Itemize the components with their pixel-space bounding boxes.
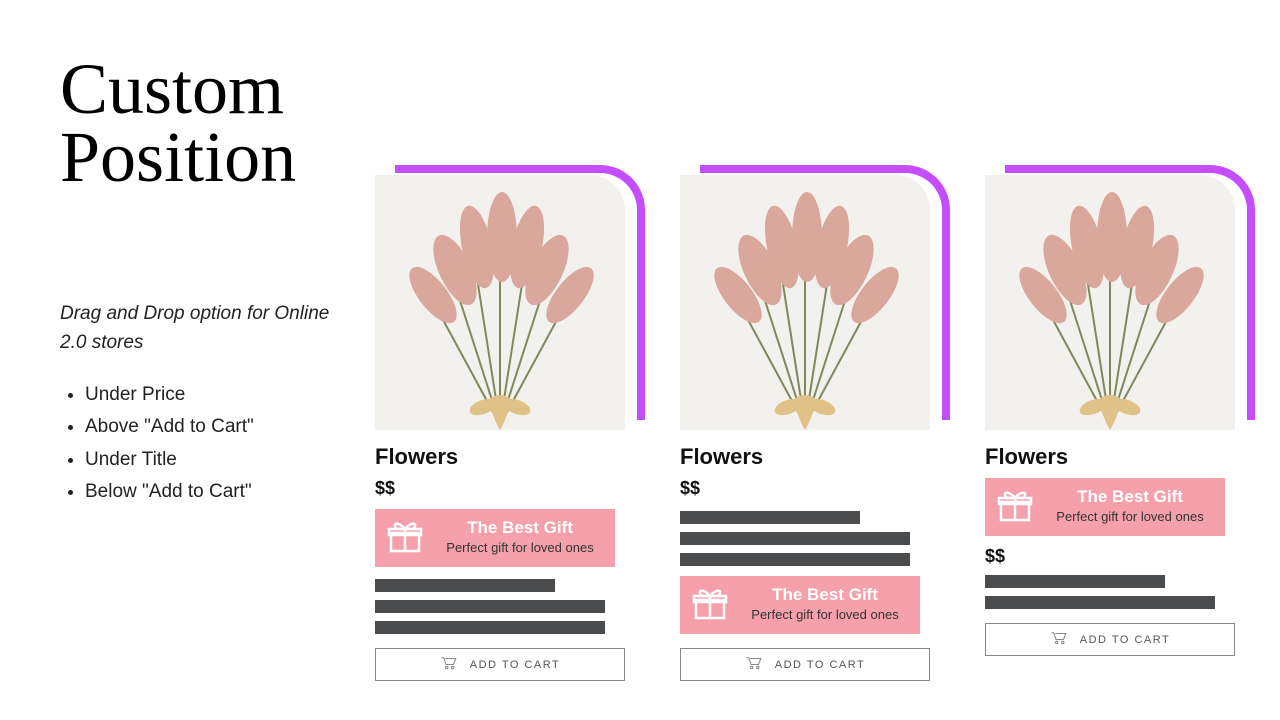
text-bar	[680, 532, 910, 545]
heading-line-2: Position	[60, 117, 296, 197]
cart-icon	[1050, 631, 1068, 648]
cart-icon	[440, 656, 458, 673]
gift-icon	[385, 517, 425, 557]
product-price: $$	[375, 478, 645, 499]
list-item: Under Price	[85, 380, 365, 410]
gift-badge-subtitle: Perfect gift for loved ones	[740, 607, 910, 623]
gift-icon	[995, 486, 1035, 526]
add-to-cart-button[interactable]: ADD TO CART	[680, 648, 930, 681]
product-card: Flowers $$ The Best Gift Perfect gift fo…	[375, 175, 645, 681]
gift-icon	[690, 584, 730, 624]
gift-badge-subtitle: Perfect gift for loved ones	[435, 540, 605, 556]
product-image-wrap	[985, 175, 1235, 430]
gift-badge-title: The Best Gift	[1045, 488, 1215, 507]
text-bar	[375, 621, 605, 634]
product-title: Flowers	[375, 444, 645, 470]
flower-illustration	[680, 175, 930, 430]
text-bar	[680, 553, 910, 566]
subtitle: Drag and Drop option for Online 2.0 stor…	[60, 300, 360, 357]
description-placeholder	[680, 511, 950, 566]
gift-badge-text: The Best Gift Perfect gift for loved one…	[740, 586, 910, 622]
product-card: Flowers $$ The Best Gift Perfect gift fo…	[680, 175, 950, 681]
text-bar	[985, 575, 1165, 588]
product-title: Flowers	[985, 444, 1255, 470]
product-image	[985, 175, 1235, 430]
text-bar	[375, 600, 605, 613]
cart-icon	[745, 656, 763, 673]
text-bar	[680, 511, 860, 524]
gift-badge: The Best Gift Perfect gift for loved one…	[375, 509, 615, 567]
product-card: Flowers The Best Gift Perfect gift for l…	[985, 175, 1255, 681]
gift-badge-title: The Best Gift	[740, 586, 910, 605]
add-to-cart-button[interactable]: ADD TO CART	[985, 623, 1235, 656]
list-item: Under Title	[85, 445, 365, 475]
gift-badge-text: The Best Gift Perfect gift for loved one…	[435, 519, 605, 555]
product-price: $$	[680, 478, 950, 499]
description-placeholder	[375, 579, 645, 634]
product-image-wrap	[375, 175, 625, 430]
flower-illustration	[985, 175, 1235, 430]
page-title: Custom Position	[60, 55, 296, 192]
product-price: $$	[985, 546, 1255, 567]
add-to-cart-label: ADD TO CART	[470, 659, 560, 671]
text-bar	[985, 596, 1215, 609]
product-title: Flowers	[680, 444, 950, 470]
gift-badge-subtitle: Perfect gift for loved ones	[1045, 509, 1215, 525]
gift-badge-text: The Best Gift Perfect gift for loved one…	[1045, 488, 1215, 524]
list-item: Above "Add to Cart"	[85, 412, 365, 442]
list-item: Below "Add to Cart"	[85, 477, 365, 507]
add-to-cart-button[interactable]: ADD TO CART	[375, 648, 625, 681]
description-placeholder	[985, 575, 1255, 609]
options-list: Under Price Above "Add to Cart" Under Ti…	[85, 380, 365, 510]
gift-badge: The Best Gift Perfect gift for loved one…	[985, 478, 1225, 536]
product-image-wrap	[680, 175, 930, 430]
text-bar	[375, 579, 555, 592]
product-image	[680, 175, 930, 430]
gift-badge: The Best Gift Perfect gift for loved one…	[680, 576, 920, 634]
add-to-cart-label: ADD TO CART	[775, 659, 865, 671]
product-image	[375, 175, 625, 430]
add-to-cart-label: ADD TO CART	[1080, 634, 1170, 646]
gift-badge-title: The Best Gift	[435, 519, 605, 538]
product-cards: Flowers $$ The Best Gift Perfect gift fo…	[375, 175, 1255, 681]
flower-illustration	[375, 175, 625, 430]
